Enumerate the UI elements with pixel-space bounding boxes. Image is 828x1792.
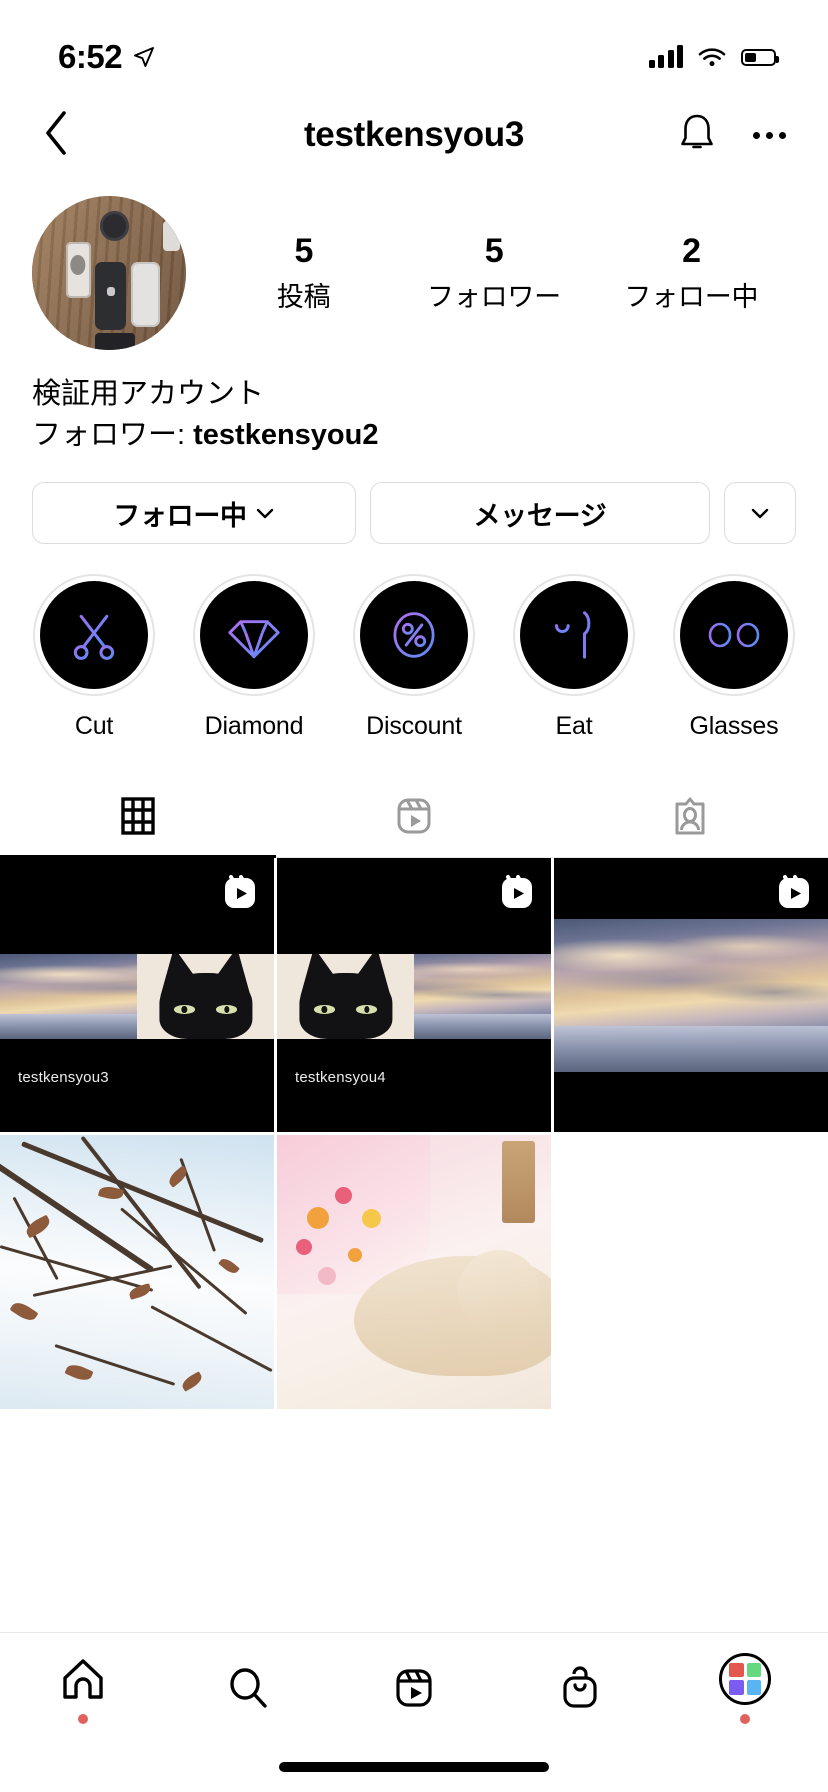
notification-dot	[77, 1713, 88, 1724]
bio-follower-line: フォロワー: testkensyou2	[32, 415, 796, 456]
highlight-cover	[40, 581, 148, 690]
post-thumbnail[interactable]: testkensyou4	[277, 858, 551, 1133]
tagged-person-icon	[675, 797, 705, 835]
post-grid: testkensyou3 testkensyou4	[0, 858, 828, 1410]
diamond-icon	[228, 620, 280, 659]
highlight-cover	[200, 581, 308, 690]
message-button-label: メッセージ	[473, 500, 607, 531]
profile-actions: フォロー中 メッセージ	[0, 456, 828, 545]
stat-posts[interactable]: 5 投稿	[244, 232, 364, 313]
post-thumbnail[interactable]	[0, 1135, 274, 1410]
profile-avatar-icon	[719, 1652, 772, 1705]
highlight-glasses[interactable]: Glasses	[660, 574, 808, 741]
avatar[interactable]	[32, 196, 186, 350]
highlight-cover	[360, 581, 468, 690]
home-indicator[interactable]	[279, 1762, 549, 1772]
stat-followers-label: フォロワー	[426, 281, 561, 312]
bio-display-name: 検証用アカウント	[32, 378, 265, 410]
highlight-cover	[680, 581, 788, 690]
highlight-ring	[353, 574, 475, 697]
status-bar: 6:52	[0, 0, 828, 92]
scissors-icon	[73, 615, 115, 661]
nav-home[interactable]	[0, 1633, 166, 1743]
stat-followers-value: 5	[484, 232, 504, 271]
highlight-label: Eat	[555, 712, 593, 741]
highlight-eat[interactable]: Eat	[500, 574, 648, 741]
stat-posts-value: 5	[294, 232, 313, 271]
glasses-icon	[708, 623, 760, 648]
highlight-label: Discount	[366, 712, 462, 741]
post-watermark: testkensyou4	[295, 1069, 386, 1087]
highlight-ring	[33, 574, 155, 697]
highlight-cover	[520, 581, 628, 690]
bio-follower-value: testkensyou2	[193, 419, 379, 452]
tab-reels[interactable]	[276, 775, 552, 857]
back-chevron-icon[interactable]	[42, 109, 72, 162]
bio-follower-prefix: フォロワー:	[32, 419, 194, 452]
post-thumbnail[interactable]	[554, 858, 828, 1133]
highlight-ring	[193, 574, 315, 697]
content-tabs	[0, 775, 828, 859]
tab-tagged[interactable]	[552, 775, 828, 857]
status-bar-left: 6:52	[58, 38, 156, 76]
header-actions	[677, 111, 786, 160]
fork-knife-icon	[554, 611, 591, 660]
grid-icon	[121, 797, 155, 836]
reels-icon	[397, 798, 431, 834]
profile-summary: 5 投稿 5 フォロワー 2 フォロー中	[0, 178, 828, 350]
highlight-diamond[interactable]: Diamond	[180, 574, 328, 741]
chevron-down-icon	[256, 509, 273, 519]
location-arrow-icon	[134, 47, 155, 67]
suggestions-button[interactable]	[724, 482, 796, 545]
wifi-icon	[698, 48, 726, 67]
notification-dot	[740, 1713, 751, 1724]
reels-icon	[396, 1669, 432, 1707]
bell-icon[interactable]	[677, 111, 717, 160]
post-thumbnail[interactable]	[277, 1135, 551, 1410]
stat-posts-label: 投稿	[276, 281, 331, 312]
nav-profile[interactable]	[662, 1633, 828, 1743]
highlight-label: Cut	[74, 712, 114, 741]
status-time: 6:52	[58, 38, 123, 75]
profile-stats: 5 投稿 5 フォロワー 2 フォロー中	[186, 232, 796, 313]
percent-icon	[393, 612, 435, 659]
highlight-label: Diamond	[204, 712, 304, 741]
shop-bag-icon	[562, 1666, 597, 1708]
post-thumbnail[interactable]: testkensyou3	[0, 858, 274, 1133]
nav-shop[interactable]	[497, 1633, 663, 1743]
nav-search[interactable]	[166, 1633, 332, 1743]
tab-grid[interactable]	[0, 775, 276, 859]
nav-reels[interactable]	[331, 1633, 497, 1743]
stat-following[interactable]: 2 フォロー中	[624, 232, 758, 313]
post-watermark: testkensyou3	[18, 1069, 109, 1087]
home-icon	[63, 1658, 103, 1699]
profile-header: testkensyou3	[0, 92, 828, 178]
stat-following-value: 2	[682, 232, 701, 271]
highlight-discount[interactable]: Discount	[340, 574, 488, 741]
highlight-ring	[673, 574, 795, 697]
bottom-nav-items	[0, 1633, 828, 1743]
reels-icon	[497, 872, 537, 917]
highlight-label: Glasses	[689, 712, 779, 741]
reels-icon	[774, 872, 814, 917]
stat-followers[interactable]: 5 フォロワー	[427, 232, 561, 313]
message-button[interactable]: メッセージ	[369, 482, 710, 545]
chevron-down-icon	[751, 509, 769, 519]
stat-following-label: フォロー中	[624, 281, 759, 312]
following-button-label: フォロー中	[113, 500, 247, 531]
following-button[interactable]: フォロー中	[32, 482, 356, 545]
highlight-cut[interactable]: Cut	[20, 574, 168, 741]
cellular-signal-icon	[648, 45, 683, 68]
ellipsis-icon[interactable]	[753, 131, 786, 139]
highlight-ring	[513, 574, 635, 697]
status-bar-right	[648, 45, 779, 68]
battery-icon	[741, 48, 779, 66]
instagram-profile-screen: 6:52 testkensyou3 5 投稿 5 フォロワー 2 フォロー中 検…	[0, 0, 828, 1792]
reels-icon	[220, 872, 260, 917]
bottom-navigation	[0, 1632, 828, 1792]
story-highlights: Cut Diamond Discount Eat Glasses	[0, 544, 828, 741]
profile-bio: 検証用アカウント フォロワー: testkensyou2	[0, 350, 828, 456]
search-icon	[230, 1668, 268, 1708]
